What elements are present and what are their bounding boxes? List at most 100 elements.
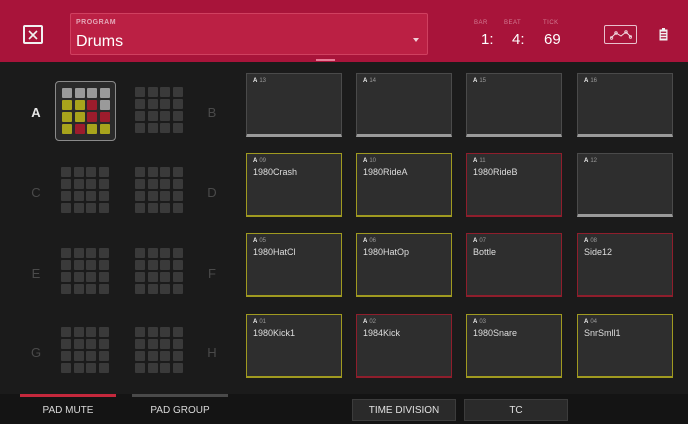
- bank-thumb-cell: [86, 167, 96, 177]
- bank-thumb-cell: [98, 260, 109, 270]
- bar-value: 1:: [481, 31, 494, 48]
- pad-number: A 05: [253, 238, 266, 244]
- pad-number: A 16: [584, 78, 597, 84]
- bank-thumb-cell: [73, 284, 84, 294]
- pad-a04[interactable]: A 04 SnrSmll1: [577, 314, 673, 378]
- pad-number: A 07: [473, 238, 486, 244]
- program-selector[interactable]: PROGRAM Drums: [70, 13, 428, 55]
- bank-thumb-cell: [86, 203, 96, 213]
- bank-thumb-cell: [147, 363, 158, 373]
- pad-a10[interactable]: A 10 1980RideA: [356, 153, 452, 217]
- pad-group-button[interactable]: PAD GROUP: [132, 400, 228, 420]
- bank-thumb-cell: [73, 272, 84, 282]
- pad-a12[interactable]: A 12: [577, 153, 673, 217]
- bank-thumb-cell: [160, 260, 170, 270]
- bank-thumb-cell: [147, 260, 158, 270]
- bank-g-button[interactable]: [55, 321, 116, 381]
- pad-number-value: 10: [369, 158, 377, 164]
- tc-button[interactable]: TC: [464, 399, 568, 421]
- bank-thumb-cell: [147, 123, 158, 133]
- bank-thumb-cell: [160, 327, 170, 337]
- bank-thumb-cell: [135, 99, 145, 109]
- bank-thumb-cell: [172, 248, 183, 258]
- pad-number-value: 12: [590, 158, 598, 164]
- pad-mute-button[interactable]: PAD MUTE: [20, 400, 116, 420]
- pad-number-value: 04: [590, 319, 598, 325]
- pad-sample-name: 1980Snare: [473, 328, 518, 338]
- pad-a11[interactable]: A 11 1980RideB: [466, 153, 562, 217]
- pad-mute-indicator: [20, 394, 116, 397]
- time-division-button[interactable]: TIME DIVISION: [352, 399, 456, 421]
- pad-a16[interactable]: A 16: [577, 73, 673, 137]
- bank-thumb-cell: [61, 179, 71, 189]
- bank-thumb-cell: [172, 167, 183, 177]
- bank-f-label: F: [208, 266, 216, 281]
- bank-thumb-cell: [73, 327, 84, 337]
- pad-number: A 12: [584, 158, 597, 164]
- pad-sample-name: SnrSmll1: [584, 328, 621, 338]
- pad-a05[interactable]: A 05 1980HatCl: [246, 233, 342, 297]
- bank-thumb-cell: [160, 339, 170, 349]
- program-value: Drums: [76, 33, 124, 50]
- pad-bank-letter: A: [473, 78, 478, 84]
- bank-thumb-cell: [172, 99, 183, 109]
- pad-bank-letter: A: [584, 158, 589, 164]
- bank-thumb-cell: [98, 248, 109, 258]
- close-button[interactable]: [23, 25, 43, 44]
- bank-b-button[interactable]: [129, 81, 190, 141]
- pad-bank-letter: A: [584, 319, 589, 325]
- pad-number: A 13: [253, 78, 266, 84]
- pad-number: A 11: [473, 158, 486, 164]
- bank-thumb-cell: [98, 203, 109, 213]
- pad-a01[interactable]: A 01 1980Kick1: [246, 314, 342, 378]
- envelope-button[interactable]: [604, 25, 637, 44]
- bank-thumb-cell: [160, 363, 170, 373]
- bank-h-button[interactable]: [129, 321, 190, 381]
- bank-c-label: C: [31, 185, 41, 200]
- pad-number: A 09: [253, 158, 266, 164]
- bank-thumb-cell: [87, 100, 97, 110]
- bank-thumb-cell: [86, 248, 96, 258]
- pad-number-value: 08: [590, 238, 598, 244]
- pad-bank-letter: A: [253, 319, 258, 325]
- bank-thumb-cell: [99, 112, 110, 122]
- pad-number-value: 02: [369, 319, 377, 325]
- bank-thumb-cell: [98, 167, 109, 177]
- pad-group-indicator: [132, 394, 228, 397]
- pad-a02[interactable]: A 02 1984Kick: [356, 314, 452, 378]
- pad-a09[interactable]: A 09 1980Crash: [246, 153, 342, 217]
- bank-c-button[interactable]: [55, 161, 116, 221]
- bank-thumb-cell: [172, 179, 183, 189]
- program-label: PROGRAM: [76, 19, 117, 26]
- pad-a07[interactable]: A 07 Bottle: [466, 233, 562, 297]
- pad-a03[interactable]: A 03 1980Snare: [466, 314, 562, 378]
- pad-number: A 08: [584, 238, 597, 244]
- bank-thumb-cell: [98, 179, 109, 189]
- pad-number-value: 16: [590, 78, 598, 84]
- bank-d-button[interactable]: [129, 161, 190, 221]
- pad-a06[interactable]: A 06 1980HatOp: [356, 233, 452, 297]
- bank-e-button[interactable]: [55, 242, 116, 302]
- pad-a13[interactable]: A 13: [246, 73, 342, 137]
- pad-bank-letter: A: [253, 78, 258, 84]
- pad-sample-name: Bottle: [473, 247, 497, 257]
- bank-thumb-cell: [160, 191, 170, 201]
- pad-number: A 10: [363, 158, 376, 164]
- pad-sample-name: 1980HatOp: [363, 247, 410, 257]
- bank-thumb-cell: [73, 363, 84, 373]
- pad-a14[interactable]: A 14: [356, 73, 452, 137]
- bank-a-button[interactable]: [55, 81, 116, 141]
- bank-thumb-cell: [73, 203, 84, 213]
- pad-number: A 01: [253, 319, 266, 325]
- bar-label: BAR: [474, 20, 488, 26]
- bank-thumb-cell: [147, 99, 158, 109]
- bank-f-button[interactable]: [129, 242, 190, 302]
- bank-thumb-cell: [172, 272, 183, 282]
- pad-a15[interactable]: A 15: [466, 73, 562, 137]
- bank-thumb-cell: [73, 260, 84, 270]
- bank-thumb-cell: [61, 260, 71, 270]
- pad-a08[interactable]: A 08 Side12: [577, 233, 673, 297]
- bank-thumb-cell: [135, 248, 145, 258]
- pad-number: A 06: [363, 238, 376, 244]
- beat-label: BEAT: [504, 20, 522, 26]
